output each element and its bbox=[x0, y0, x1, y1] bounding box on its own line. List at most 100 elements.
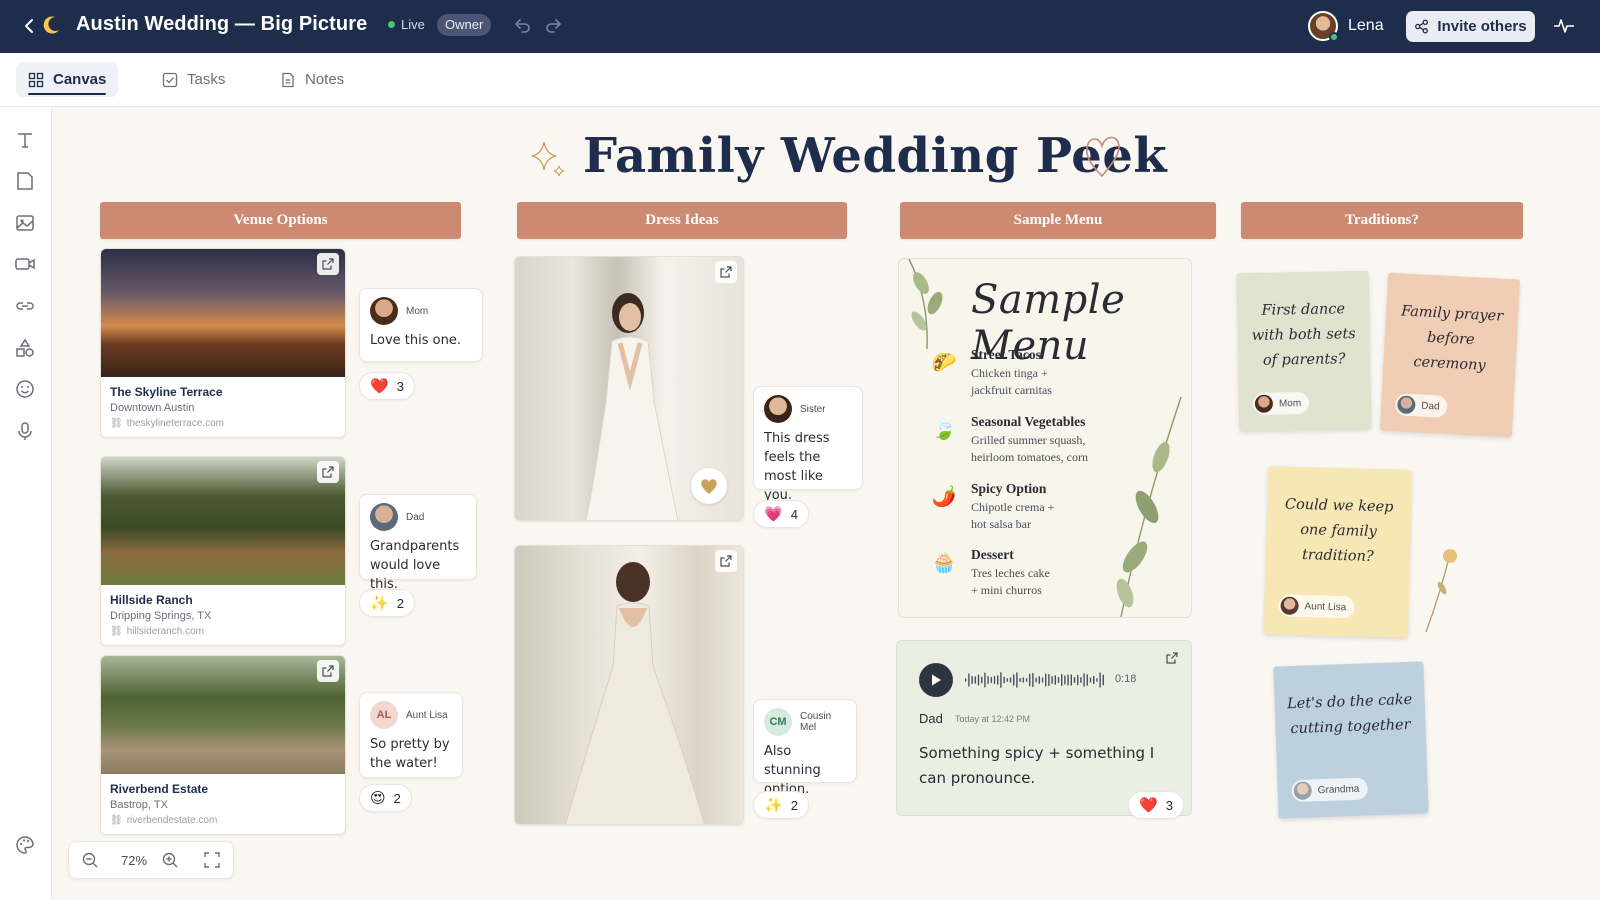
venue-card[interactable]: Hillside Ranch Dripping Springs, TX ⛓ hil… bbox=[100, 456, 346, 646]
venue-card[interactable]: The Skyline Terrace Downtown Austin ⛓ the… bbox=[100, 248, 346, 438]
open-external-icon[interactable] bbox=[715, 261, 737, 283]
waveform-bar bbox=[965, 678, 967, 682]
waveform-graphic[interactable] bbox=[965, 669, 1105, 691]
venue-name: The Skyline Terrace bbox=[110, 385, 223, 399]
link-icon[interactable] bbox=[14, 295, 36, 317]
reaction-count: 3 bbox=[1165, 797, 1173, 813]
menu-item: 🌶️ Spicy Option Chipotle crema + hot salsa… bbox=[929, 481, 1055, 533]
zoom-level[interactable]: 72% bbox=[117, 853, 151, 868]
voice-note-card[interactable]: 0:18 Dad Today at 12:42 PM Something spi… bbox=[896, 640, 1192, 816]
sticky-note-icon[interactable] bbox=[14, 170, 36, 192]
reaction-pill[interactable]: ✨ 2 bbox=[753, 791, 809, 819]
author-avatar bbox=[1280, 596, 1299, 615]
leaf-decoration-icon bbox=[908, 259, 943, 350]
user-avatar[interactable] bbox=[1308, 11, 1339, 42]
palette-icon[interactable] bbox=[14, 834, 36, 856]
zoom-in-icon[interactable] bbox=[161, 851, 179, 869]
tab-canvas[interactable]: Canvas bbox=[16, 62, 119, 97]
open-external-icon[interactable] bbox=[715, 550, 737, 572]
invite-others-button[interactable]: Invite others bbox=[1406, 11, 1535, 42]
venue-card[interactable]: Riverbend Estate Bastrop, TX ⛓ riverbende… bbox=[100, 655, 346, 835]
tab-notes[interactable]: Notes bbox=[268, 62, 356, 97]
waveform-bar bbox=[1013, 674, 1015, 686]
sticky-note[interactable]: Let's do the cake cutting together Grand… bbox=[1273, 661, 1429, 819]
dress-photo-card[interactable] bbox=[514, 545, 744, 825]
play-icon[interactable] bbox=[919, 663, 953, 697]
venue-url-text: hillsideranch.com bbox=[126, 626, 204, 637]
grid-icon bbox=[28, 72, 44, 87]
reaction-pill[interactable]: ❤️ 3 bbox=[1128, 791, 1184, 819]
app-title: Austin Wedding — Big Picture bbox=[76, 13, 368, 35]
reaction-pill[interactable]: ✨ 2 bbox=[359, 589, 415, 617]
user-name[interactable]: Lena bbox=[1348, 17, 1384, 35]
column-header-menu[interactable]: Sample Menu bbox=[900, 202, 1216, 239]
waveform-bar bbox=[1048, 674, 1050, 686]
board-title[interactable]: Family Wedding Peek bbox=[583, 128, 1167, 184]
menu-card[interactable]: Sample Menu 🌮 Street Tacos Chicken tinga … bbox=[898, 258, 1192, 618]
sticky-note[interactable]: Family prayer before ceremony Dad bbox=[1379, 272, 1521, 438]
open-external-icon[interactable] bbox=[1161, 647, 1183, 669]
sticky-note-text: Family prayer before ceremony bbox=[1400, 303, 1504, 374]
comment-card[interactable]: Dad Grandparents would love this. bbox=[359, 494, 477, 592]
open-external-icon[interactable] bbox=[317, 660, 339, 682]
venue-photo bbox=[101, 457, 345, 585]
sticky-author: Grandma bbox=[1291, 777, 1368, 803]
reaction-pill[interactable]: 😍 2 bbox=[359, 784, 412, 812]
sticky-note[interactable]: Could we keep one family tradition? Aunt… bbox=[1263, 466, 1413, 638]
video-icon[interactable] bbox=[14, 253, 36, 275]
zoom-out-icon[interactable] bbox=[81, 851, 99, 869]
tab-tasks[interactable]: Tasks bbox=[150, 62, 237, 97]
venue-url[interactable]: ⛓ riverbendestate.com bbox=[110, 815, 336, 826]
shapes-icon[interactable] bbox=[14, 337, 36, 359]
zoom-controls: 72% bbox=[68, 841, 234, 879]
online-indicator-icon bbox=[1329, 32, 1339, 42]
commenter-avatar bbox=[370, 503, 398, 531]
fit-screen-icon[interactable] bbox=[203, 851, 221, 869]
favorite-heart-icon[interactable] bbox=[691, 468, 727, 504]
reaction-count: 2 bbox=[790, 797, 798, 813]
image-icon[interactable] bbox=[14, 212, 36, 234]
sparkle-icon bbox=[531, 141, 565, 177]
open-external-icon[interactable] bbox=[317, 461, 339, 483]
menu-item: 🧁 Dessert Tres leches cake + mini churros bbox=[929, 547, 1050, 599]
activity-icon[interactable] bbox=[1552, 14, 1576, 38]
undo-icon[interactable] bbox=[512, 14, 534, 36]
dress-photo-card[interactable] bbox=[514, 256, 744, 521]
heart-eyes-emoji-icon: 😍 bbox=[370, 790, 386, 807]
link-icon: ⛓ bbox=[110, 626, 123, 637]
redo-icon[interactable] bbox=[542, 14, 564, 36]
comment-text: Love this one. bbox=[370, 333, 461, 348]
reaction-pill[interactable]: ❤️ 3 bbox=[359, 372, 415, 400]
dress-figure-image bbox=[565, 562, 705, 824]
menu-item-desc: Chicken tinga + bbox=[971, 366, 1048, 380]
sticky-note[interactable]: First dance with both sets of parents? M… bbox=[1236, 270, 1372, 432]
comment-card[interactable]: AL Aunt Lisa So pretty by the water! bbox=[359, 692, 463, 778]
back-chevron-icon[interactable] bbox=[18, 12, 40, 40]
column-header-venues[interactable]: Venue Options bbox=[100, 202, 461, 239]
waveform-bar bbox=[1067, 674, 1069, 686]
text-icon[interactable] bbox=[14, 129, 36, 151]
waveform-bar bbox=[993, 676, 996, 684]
comment-card[interactable]: Sister This dress feels the most like yo… bbox=[753, 386, 863, 503]
open-external-icon[interactable] bbox=[317, 253, 339, 275]
comment-card[interactable]: Mom Love this one. bbox=[359, 288, 483, 362]
top-bar: Austin Wedding — Big Picture Live Owner … bbox=[0, 0, 1600, 53]
emoji-icon[interactable] bbox=[14, 378, 36, 400]
waveform-bar bbox=[1099, 672, 1101, 688]
moon-logo-icon bbox=[40, 14, 62, 36]
venue-url[interactable]: ⛓ hillsideranch.com bbox=[110, 626, 336, 637]
waveform-bar bbox=[1057, 677, 1060, 683]
comment-text: This dress feels the most like you. bbox=[764, 431, 830, 503]
column-header-traditions[interactable]: Traditions? bbox=[1241, 202, 1523, 239]
microphone-icon[interactable] bbox=[14, 420, 36, 442]
waveform-bar bbox=[1009, 677, 1012, 683]
menu-item-name: Street Tacos bbox=[971, 347, 1041, 362]
waveform-bar bbox=[1025, 678, 1028, 682]
comment-card[interactable]: CM Cousin Mel Also stunning option. bbox=[753, 699, 857, 797]
reaction-pill[interactable]: 💗 4 bbox=[753, 500, 809, 528]
tab-tasks-label: Tasks bbox=[187, 71, 226, 88]
menu-item: 🍃 Seasonal Vegetables Grilled summer squa… bbox=[929, 414, 1088, 466]
venue-url[interactable]: ⛓ theskylineterrace.com bbox=[110, 418, 336, 429]
venue-url-text: theskylineterrace.com bbox=[126, 418, 224, 429]
column-header-dress[interactable]: Dress Ideas bbox=[517, 202, 847, 239]
